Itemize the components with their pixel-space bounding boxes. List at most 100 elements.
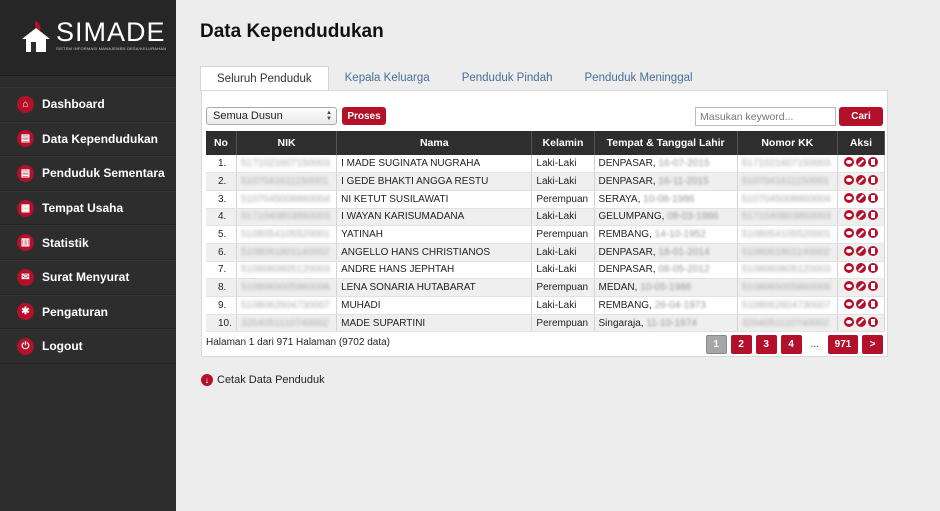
sidebar-item-label: Dashboard <box>42 97 105 112</box>
tab-kepala-keluarga[interactable]: Kepala Keluarga <box>329 66 446 90</box>
page-button-4[interactable]: 4 <box>780 335 802 354</box>
nik-value: 5107041611150001 <box>240 176 329 188</box>
tab-seluruh-penduduk[interactable]: Seluruh Penduduk <box>200 66 329 91</box>
delete-icon[interactable] <box>867 245 878 256</box>
sidebar-item-logout[interactable]: ⏻ Logout <box>0 329 176 364</box>
edit-icon[interactable] <box>855 263 866 274</box>
delete-icon[interactable] <box>867 175 878 186</box>
cell-no: 7. <box>206 261 237 280</box>
view-icon[interactable] <box>843 157 854 168</box>
tanggal-lahir: 11-10-1974 <box>646 317 697 329</box>
column-header-nik[interactable]: NIK <box>236 131 338 155</box>
penduduk-table: No NIK Nama Kelamin Tempat & Tanggal Lah… <box>206 131 886 333</box>
cell-kelamin: Laki-Laki <box>531 172 595 191</box>
column-header-nama[interactable]: Nama <box>336 131 533 155</box>
edit-icon[interactable] <box>855 298 866 309</box>
column-header-nomor-kk[interactable]: Nomor KK <box>737 131 838 155</box>
proses-button[interactable]: Proses <box>342 107 386 125</box>
cell-ttl: MEDAN, 10-05-1986 <box>594 278 738 297</box>
page-button-last[interactable]: 971 <box>828 335 858 354</box>
cell-aksi <box>837 190 886 209</box>
cari-button[interactable]: Cari <box>839 107 883 126</box>
cell-kelamin: Laki-Laki <box>531 296 595 315</box>
cell-ttl: DENPASAR, 18-01-2014 <box>594 243 738 262</box>
delete-icon[interactable] <box>867 316 878 327</box>
view-icon[interactable] <box>843 245 854 256</box>
edit-icon[interactable] <box>855 228 866 239</box>
nik-value: 5108062604730007 <box>240 299 330 311</box>
view-icon[interactable] <box>843 228 854 239</box>
page-button-3[interactable]: 3 <box>755 335 777 354</box>
sidebar-item-dashboard[interactable]: ⌂ Dashboard <box>0 87 176 122</box>
tempat-lahir: SERAYA, <box>598 193 641 205</box>
cell-nama: I GEDE BHAKTI ANGGA RESTU <box>336 172 533 191</box>
next-page-button[interactable]: > <box>862 335 883 354</box>
power-icon: ⏻ <box>17 337 34 355</box>
sidebar-item-penduduk-sementara[interactable]: ▤ Penduduk Sementara <box>0 156 176 191</box>
edit-icon[interactable] <box>855 192 866 203</box>
edit-icon[interactable] <box>855 316 866 327</box>
delete-icon[interactable] <box>867 281 878 292</box>
edit-icon[interactable] <box>855 245 866 256</box>
view-icon[interactable] <box>843 263 854 274</box>
tab-penduduk-pindah[interactable]: Penduduk Pindah <box>446 66 569 90</box>
house-flame-logo <box>22 21 50 52</box>
sidebar-item-data-kependudukan[interactable]: ▤ Data Kependudukan <box>0 121 176 157</box>
cell-nomor-kk: 5171040803860003 <box>737 208 838 227</box>
table-row: 10. 3204051110740002 MADE SUPARTINI Perempu… <box>206 314 886 333</box>
table-row: 4. 5171040803860003 I WAYAN KARISUMADANA La… <box>206 208 886 227</box>
sidebar-item-surat-menyurat[interactable]: ✉ Surat Menyurat <box>0 259 176 295</box>
view-icon[interactable] <box>843 175 854 186</box>
cell-nama: ANDRE HANS JEPHTAH <box>336 261 533 280</box>
page-button-1[interactable]: 1 <box>705 335 727 354</box>
view-icon[interactable] <box>843 210 854 221</box>
nik-value: 5108060805120003 <box>240 264 330 276</box>
view-icon[interactable] <box>843 316 854 327</box>
nik-value: 5108061801140002 <box>240 246 330 258</box>
tempat-lahir: DENPASAR, <box>598 246 656 258</box>
delete-icon[interactable] <box>867 263 878 274</box>
cell-nomor-kk: 5108065005860006 <box>737 278 838 297</box>
edit-icon[interactable] <box>855 175 866 186</box>
logo-text: SIMADE <box>56 17 166 47</box>
edit-icon[interactable] <box>855 281 866 292</box>
view-icon[interactable] <box>843 281 854 292</box>
delete-icon[interactable] <box>867 157 878 168</box>
cell-ttl: GELUMPANG, 08-03-1986 <box>594 208 738 227</box>
cell-nomor-kk: 3204051110740002 <box>737 314 838 333</box>
delete-icon[interactable] <box>867 228 878 239</box>
tab-penduduk-meninggal[interactable]: Penduduk Meninggal <box>569 66 709 90</box>
logo[interactable]: SIMADE SISTEM INFORMASI MANAJEMEN DESA/K… <box>0 0 176 76</box>
cell-nik: 5107045008860004 <box>236 190 338 209</box>
delete-icon[interactable] <box>867 192 878 203</box>
tanggal-lahir: 08-03-1986 <box>667 211 719 223</box>
cell-nik: 5108061801140002 <box>236 243 338 262</box>
cetak-data-link[interactable]: ↓ Cetak Data Penduduk <box>201 374 325 386</box>
view-icon[interactable] <box>843 298 854 309</box>
column-header-kelamin[interactable]: Kelamin <box>531 131 595 155</box>
tab-bar: Seluruh Penduduk Kepala Keluarga Pendudu… <box>200 66 709 91</box>
column-header-no[interactable]: No <box>206 131 237 155</box>
cell-ttl: DENPASAR, 08-05-2012 <box>594 261 738 280</box>
page-title: Data Kependudukan <box>200 21 384 42</box>
dusun-select[interactable]: Semua Dusun ▲ ▼ <box>206 107 337 125</box>
nik-value: 5107045008860004 <box>240 193 330 205</box>
edit-icon[interactable] <box>855 210 866 221</box>
page-button-2[interactable]: 2 <box>730 335 752 354</box>
cell-nik: 3204051110740002 <box>236 314 338 333</box>
cell-kelamin: Laki-Laki <box>531 155 595 174</box>
tanggal-lahir: 16-11-2015 <box>658 176 709 188</box>
view-icon[interactable] <box>843 192 854 203</box>
sidebar-item-tempat-usaha[interactable]: ▦ Tempat Usaha <box>0 190 176 226</box>
sidebar-item-statistik[interactable]: ▥ Statistik <box>0 225 176 260</box>
search-input[interactable]: Masukan keyword... <box>695 107 836 126</box>
cell-ttl: REMBANG, 26-04-1973 <box>594 296 738 315</box>
column-header-ttl[interactable]: Tempat & Tanggal Lahir <box>594 131 738 155</box>
sidebar-item-pengaturan[interactable]: ✱ Pengaturan <box>0 294 176 330</box>
delete-icon[interactable] <box>867 210 878 221</box>
cell-aksi <box>837 314 886 333</box>
kk-value: 5171040803860003 <box>741 211 831 223</box>
delete-icon[interactable] <box>867 298 878 309</box>
edit-icon[interactable] <box>855 157 866 168</box>
sidebar-nav: ⌂ Dashboard ▤ Data Kependudukan ▤ Pendud… <box>0 87 176 364</box>
